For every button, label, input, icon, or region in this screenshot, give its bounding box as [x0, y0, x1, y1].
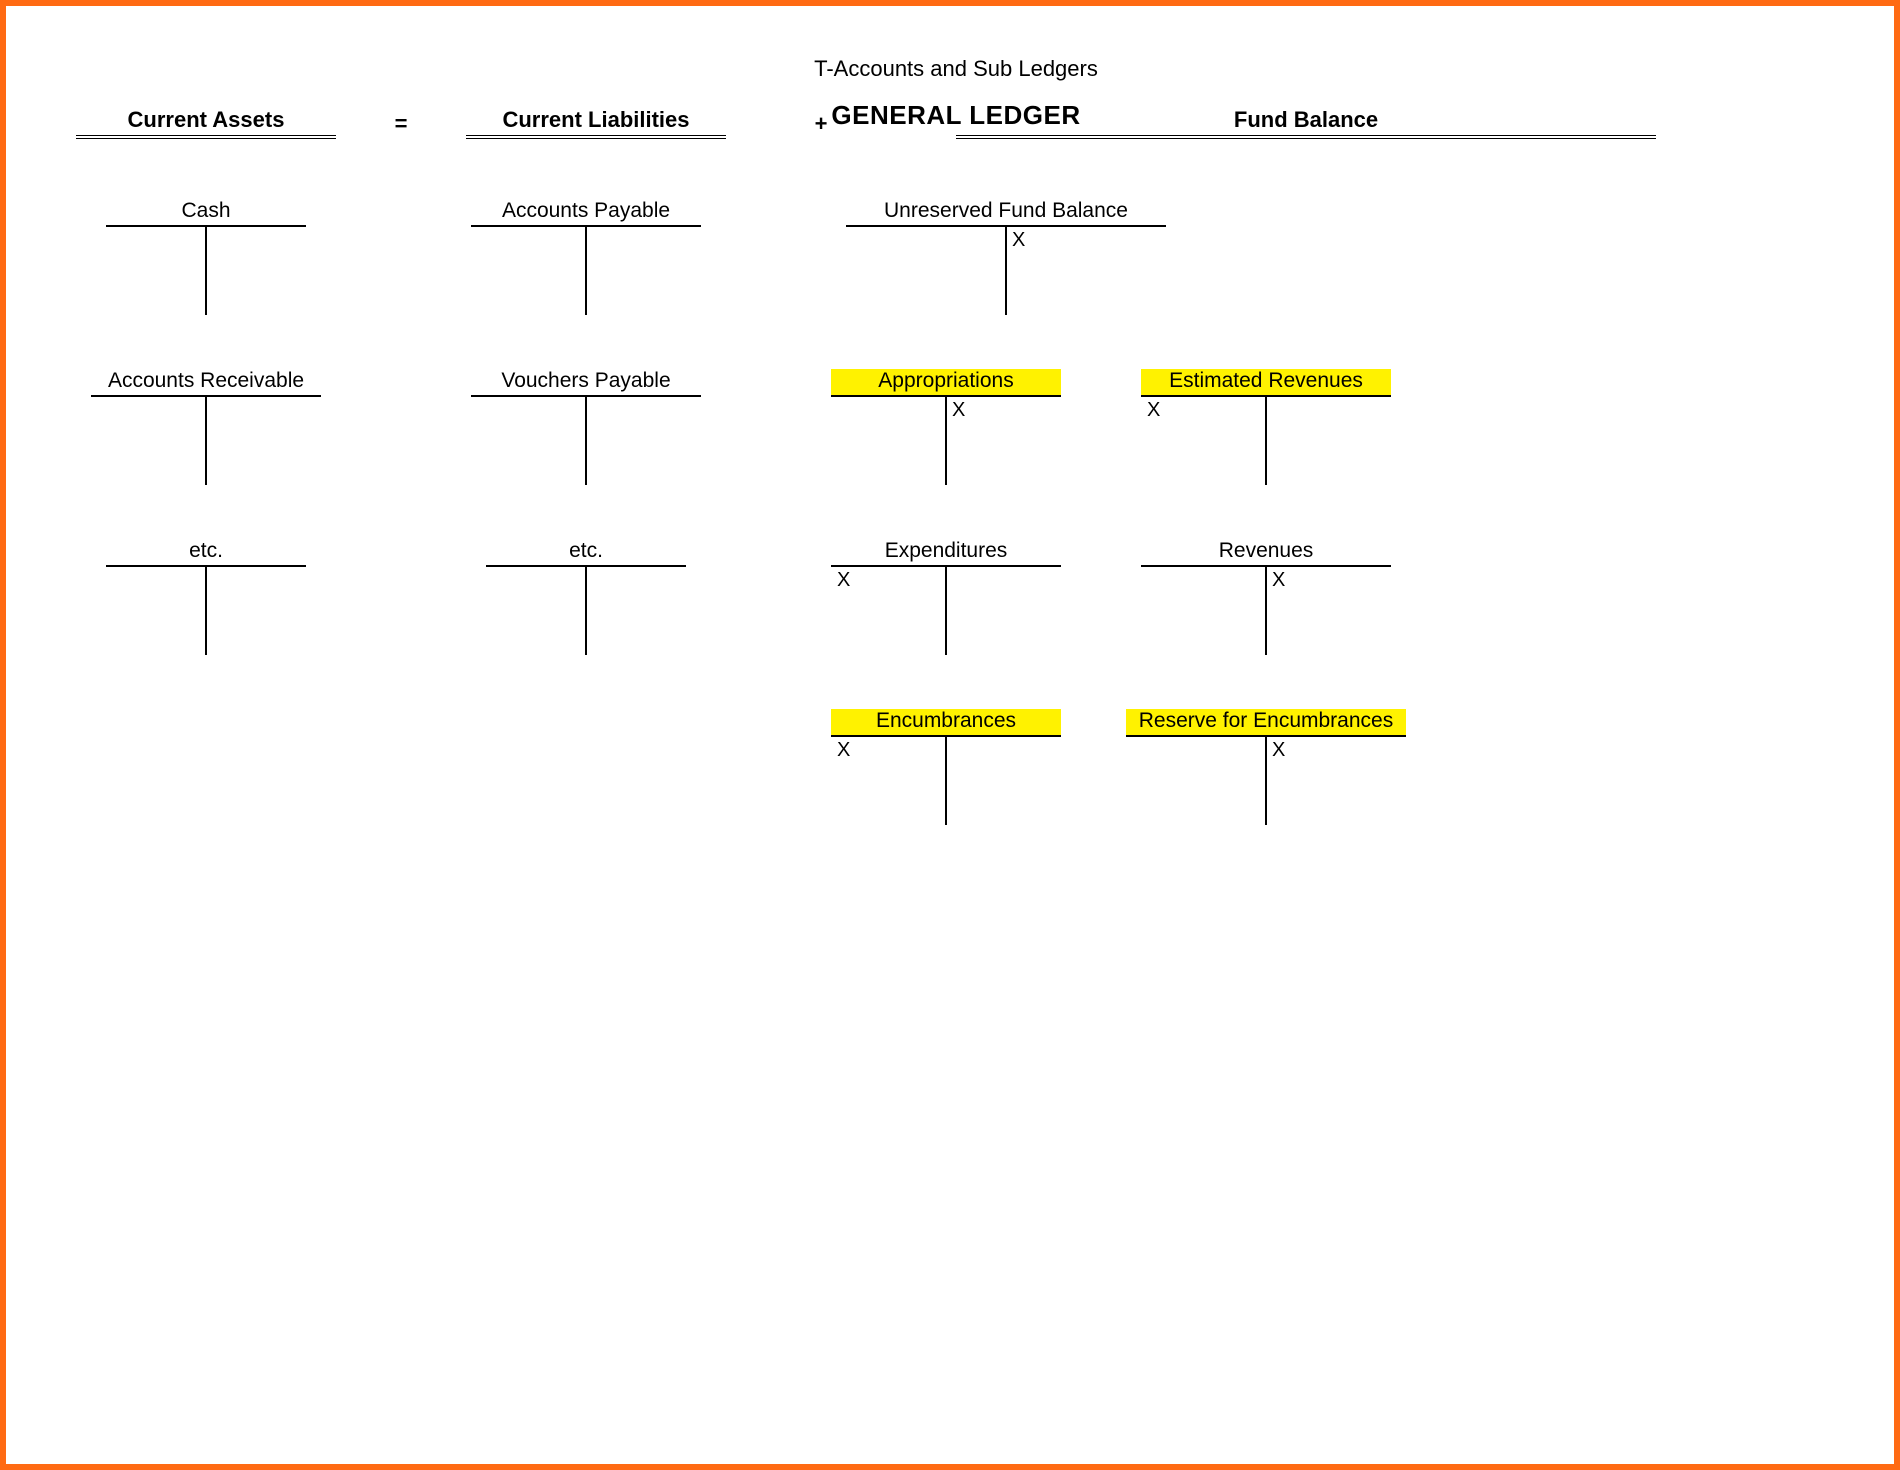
t-account-title: etc.: [486, 539, 686, 565]
t-account-title: Unreserved Fund Balance: [846, 199, 1166, 225]
t-account-unreserved-fund-balance: Unreserved Fund Balance X: [846, 199, 1166, 315]
col-header-liabilities: Current Liabilities: [466, 107, 726, 139]
t-account-bar: [91, 395, 321, 485]
t-account-accounts-receivable: Accounts Receivable: [91, 369, 321, 485]
x-debit: X: [1147, 399, 1160, 422]
t-account-bar: X: [1126, 735, 1406, 825]
t-account-stem: [585, 567, 587, 655]
x-credit: X: [1012, 229, 1025, 252]
t-account-title: Reserve for Encumbrances: [1126, 709, 1406, 735]
t-account-stem: [205, 567, 207, 655]
col-header-assets: Current Assets: [76, 107, 336, 139]
x-debit: X: [837, 569, 850, 592]
t-account-bar: X: [1141, 395, 1391, 485]
t-account-title: Accounts Payable: [471, 199, 701, 225]
t-account-title: Estimated Revenues: [1141, 369, 1391, 395]
t-account-stem: [945, 567, 947, 655]
x-credit: X: [1272, 569, 1285, 592]
t-account-encumbrances: Encumbrances X: [831, 709, 1061, 825]
t-account-etc-assets: etc.: [106, 539, 306, 655]
page: T-Accounts and Sub Ledgers GENERAL LEDGE…: [76, 56, 1836, 999]
x-debit: X: [837, 739, 850, 762]
t-account-bar: [486, 565, 686, 655]
page-title: T-Accounts and Sub Ledgers: [76, 56, 1836, 82]
t-account-title: Cash: [106, 199, 306, 225]
t-account-stem: [585, 227, 587, 315]
x-credit: X: [952, 399, 965, 422]
t-account-stem: [1265, 567, 1267, 655]
operator-equals: =: [336, 111, 466, 139]
t-account-stem: [945, 397, 947, 485]
t-account-bar: [471, 225, 701, 315]
t-account-title: Expenditures: [831, 539, 1061, 565]
t-account-estimated-revenues: Estimated Revenues X: [1141, 369, 1391, 485]
t-account-bar: X: [1141, 565, 1391, 655]
equation-row: Current Assets = Current Liabilities + F…: [76, 107, 1836, 139]
t-account-appropriations: Appropriations X: [831, 369, 1061, 485]
t-account-cash: Cash: [106, 199, 306, 315]
t-account-title: Revenues: [1141, 539, 1391, 565]
t-account-bar: X: [846, 225, 1166, 315]
document-frame: T-Accounts and Sub Ledgers GENERAL LEDGE…: [0, 0, 1900, 1470]
t-account-title: etc.: [106, 539, 306, 565]
operator-plus: +: [726, 111, 916, 139]
t-account-expenditures: Expenditures X: [831, 539, 1061, 655]
col-header-fund-balance: Fund Balance: [956, 107, 1656, 139]
t-account-etc-liabilities: etc.: [486, 539, 686, 655]
t-account-stem: [1005, 227, 1007, 315]
t-accounts-grid: Cash Accounts Receivable etc. Accounts P…: [76, 199, 1836, 999]
t-account-bar: X: [831, 565, 1061, 655]
t-account-stem: [1265, 737, 1267, 825]
label-current-liabilities: Current Liabilities: [466, 107, 726, 139]
t-account-bar: X: [831, 395, 1061, 485]
t-account-bar: [471, 395, 701, 485]
t-account-accounts-payable: Accounts Payable: [471, 199, 701, 315]
t-account-title: Accounts Receivable: [91, 369, 321, 395]
t-account-stem: [1265, 397, 1267, 485]
t-account-stem: [205, 397, 207, 485]
t-account-reserve-for-encumbrances: Reserve for Encumbrances X: [1126, 709, 1406, 825]
t-account-bar: [106, 225, 306, 315]
t-account-bar: [106, 565, 306, 655]
t-account-stem: [945, 737, 947, 825]
t-account-title: Appropriations: [831, 369, 1061, 395]
label-fund-balance: Fund Balance: [956, 107, 1656, 139]
t-account-title: Vouchers Payable: [471, 369, 701, 395]
t-account-bar: X: [831, 735, 1061, 825]
label-current-assets: Current Assets: [76, 107, 336, 139]
x-credit: X: [1272, 739, 1285, 762]
t-account-vouchers-payable: Vouchers Payable: [471, 369, 701, 485]
t-account-stem: [205, 227, 207, 315]
t-account-revenues: Revenues X: [1141, 539, 1391, 655]
t-account-title: Encumbrances: [831, 709, 1061, 735]
t-account-stem: [585, 397, 587, 485]
